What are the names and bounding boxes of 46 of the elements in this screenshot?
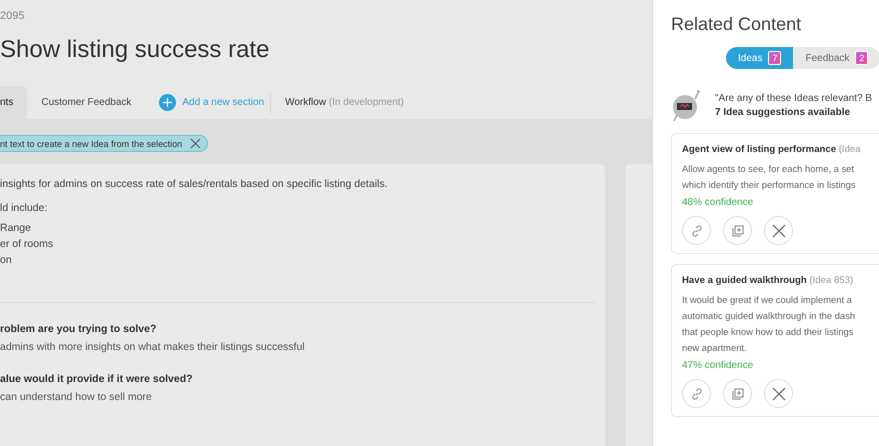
- close-icon: [772, 224, 786, 238]
- selection-hint: nt text to create a new Idea from the selection: [0, 135, 208, 152]
- add-box-icon: [732, 388, 744, 400]
- idea-reference: 2095: [0, 10, 26, 22]
- dismiss-button[interactable]: [764, 216, 793, 245]
- close-icon: [190, 138, 202, 149]
- answer-text: admins with more insights on what makes their listings successful: [0, 341, 306, 353]
- list-item: on: [0, 253, 13, 268]
- page-title: Show listing success rate: [0, 36, 270, 64]
- question-heading: alue would it provide if it were solved?: [0, 373, 194, 385]
- plus-icon: [159, 94, 176, 111]
- toggle-tab[interactable]: Feedback 2: [793, 47, 879, 69]
- close-icon: [772, 386, 786, 400]
- question-heading: roblem are you trying to solve?: [0, 323, 158, 335]
- link-button[interactable]: [682, 216, 711, 245]
- suggestion-title: Have a guided walkthrough (Idea 853): [682, 275, 854, 286]
- suggestion-text: It would be great if we could implement a: [682, 293, 853, 307]
- add-box-icon: [732, 224, 744, 236]
- add-button[interactable]: [723, 379, 752, 408]
- link-icon: [690, 388, 702, 400]
- suggestion-prompt: "Are any of these Ideas relevant? B: [715, 92, 872, 104]
- confidence-text: 47% confidence: [682, 360, 754, 371]
- tab[interactable]: Customer Feedback: [41, 86, 146, 119]
- dismiss-button[interactable]: [764, 379, 793, 408]
- count-badge: 7: [768, 51, 782, 65]
- suggestion-text: which identify their performance in listings: [682, 178, 857, 192]
- suggestion-title: Agent view of listing performance (Idea: [682, 144, 862, 155]
- list-item: Range: [0, 221, 32, 236]
- description-text: insights for admins on success rate of sales/rentals based on specific listing details.: [0, 178, 389, 190]
- suggestion-text: that people know how to add their listings: [682, 325, 854, 339]
- suggestion-text: automatic guided walkthrough in the dash: [682, 309, 856, 323]
- suggestion-text: new apartment.: [682, 341, 748, 355]
- answer-text: can understand how to sell more: [0, 391, 153, 403]
- workflow-tab[interactable]: Workflow (In development): [285, 97, 404, 108]
- link-icon: [690, 224, 702, 236]
- list-item: er of rooms: [0, 237, 54, 252]
- tab[interactable]: nts: [0, 86, 28, 119]
- confidence-text: 48% confidence: [682, 197, 754, 208]
- suggestion-count: 7 Idea suggestions available: [715, 106, 852, 118]
- suggestion-text: Allow agents to see, for each home, a set: [682, 162, 855, 176]
- add-button[interactable]: [723, 216, 752, 245]
- toggle-tab[interactable]: Ideas 7: [726, 47, 794, 69]
- link-button[interactable]: [682, 379, 711, 408]
- count-badge: 2: [855, 51, 868, 65]
- description-text: ld include:: [0, 202, 48, 214]
- panel-title: Related Content: [671, 14, 802, 35]
